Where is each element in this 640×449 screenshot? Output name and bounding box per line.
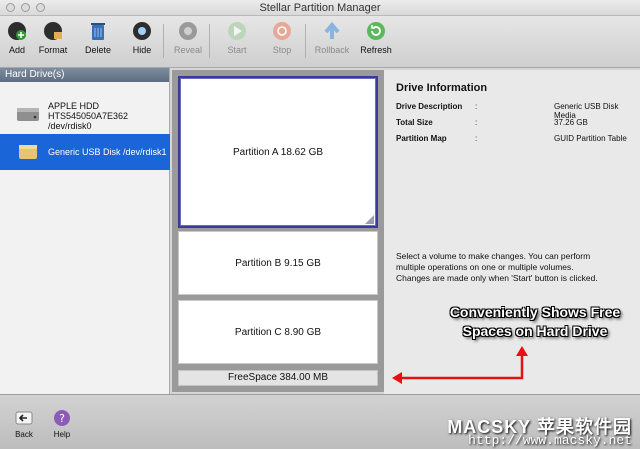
- partition-block[interactable]: Partition B 9.15 GB: [178, 231, 378, 295]
- annotation-line: Conveniently Shows Free: [449, 304, 621, 320]
- start-label: Start: [227, 45, 247, 55]
- drive-info-panel: Drive Information Drive Description : Ge…: [384, 70, 640, 394]
- window-title: Stellar Partition Manager: [259, 2, 381, 14]
- format-label: Format: [38, 45, 68, 55]
- drive-item-usb-disk[interactable]: Generic USB Disk /dev/rdisk1: [0, 134, 170, 170]
- format-icon: [44, 22, 62, 40]
- info-key: Drive Description: [396, 102, 463, 111]
- usb-drive-icon: [19, 145, 37, 159]
- toolbar-separator: [163, 24, 164, 58]
- rollback-button[interactable]: Rollback: [310, 20, 354, 55]
- add-icon: [8, 22, 26, 40]
- freespace-block[interactable]: FreeSpace 384.00 MB: [178, 370, 378, 386]
- hard-drive-icon: [17, 108, 39, 121]
- hide-button[interactable]: Hide: [120, 20, 164, 55]
- hide-label: Hide: [132, 45, 152, 55]
- reveal-button[interactable]: Reveal: [166, 20, 210, 55]
- reveal-label: Reveal: [173, 45, 202, 55]
- info-separator: :: [475, 118, 478, 127]
- help-text: Select a volume to make changes. You can…: [396, 251, 632, 284]
- format-button[interactable]: Format: [31, 20, 75, 55]
- rollback-icon: [324, 21, 340, 39]
- info-separator: :: [475, 102, 478, 111]
- drive-item-apple-hdd[interactable]: APPLE HDD HTS545050A7E362 /dev/rdisk0: [0, 96, 170, 132]
- back-label: Back: [15, 430, 33, 439]
- info-title: Drive Information: [396, 82, 488, 94]
- reveal-icon: [179, 22, 197, 40]
- refresh-button[interactable]: Refresh: [354, 20, 398, 55]
- minimize-window-button[interactable]: [21, 3, 30, 12]
- stop-button[interactable]: Stop: [260, 20, 304, 55]
- info-value: GUID Partition Table: [554, 134, 627, 143]
- toolbar-separator: [305, 24, 306, 58]
- info-key: Partition Map: [396, 134, 447, 143]
- help-line: Select a volume to make changes. You can…: [396, 251, 591, 261]
- partition-block[interactable]: Partition A 18.62 GB: [178, 76, 378, 228]
- info-key: Total Size: [396, 118, 433, 127]
- annotation-line: Spaces on Hard Drive: [462, 323, 608, 339]
- svg-text:?: ?: [59, 412, 65, 425]
- rollback-label: Rollback: [314, 45, 350, 55]
- refresh-icon: [367, 22, 385, 40]
- sidebar: Hard Drive(s) APPLE HDD HTS545050A7E362 …: [0, 68, 170, 394]
- watermark-url: http://www.macsky.net: [468, 433, 632, 448]
- partition-label: Partition A 18.62 GB: [232, 146, 324, 158]
- toolbar: Add Format Delete Hide Reveal Start Stop…: [0, 16, 640, 68]
- partition-map: Partition A 18.62 GB Partition B 9.15 GB…: [172, 70, 384, 392]
- resize-handle[interactable]: [365, 215, 374, 224]
- help-button[interactable]: ? Help: [42, 409, 82, 439]
- back-button[interactable]: Back: [4, 409, 44, 439]
- help-icon: ?: [54, 410, 70, 426]
- partition-label: Partition C 8.90 GB: [234, 326, 322, 338]
- toolbar-separator: [209, 24, 210, 58]
- play-icon: [228, 22, 246, 40]
- info-value: 37.26 GB: [554, 118, 588, 127]
- drive-label: Generic USB Disk /dev/rdisk1: [48, 147, 167, 157]
- stop-label: Stop: [272, 45, 292, 55]
- info-separator: :: [475, 134, 478, 143]
- zoom-window-button[interactable]: [36, 3, 45, 12]
- delete-label: Delete: [84, 45, 111, 55]
- help-line: multiple operations on one or multiple v…: [396, 262, 574, 272]
- close-window-button[interactable]: [6, 3, 15, 12]
- help-line: Changes are made only when 'Start' butto…: [396, 273, 598, 283]
- partition-label: Partition B 9.15 GB: [235, 257, 321, 269]
- refresh-label: Refresh: [360, 45, 392, 55]
- back-arrow-icon: [15, 411, 33, 425]
- title-bar: Stellar Partition Manager: [0, 0, 640, 16]
- sidebar-header: Hard Drive(s): [0, 68, 169, 82]
- delete-button[interactable]: Delete: [76, 20, 120, 55]
- hide-icon: [133, 22, 151, 40]
- help-label: Help: [53, 430, 71, 439]
- partition-block[interactable]: Partition C 8.90 GB: [178, 300, 378, 364]
- drive-label: APPLE HDD HTS545050A7E362 /dev/rdisk0: [48, 101, 129, 131]
- start-button[interactable]: Start: [215, 20, 259, 55]
- trash-icon: [91, 23, 105, 40]
- add-label: Add: [8, 45, 25, 55]
- window-controls[interactable]: [6, 3, 45, 12]
- stop-icon: [273, 22, 291, 40]
- annotation-callout: Conveniently Shows Free Spaces on Hard D…: [440, 303, 630, 341]
